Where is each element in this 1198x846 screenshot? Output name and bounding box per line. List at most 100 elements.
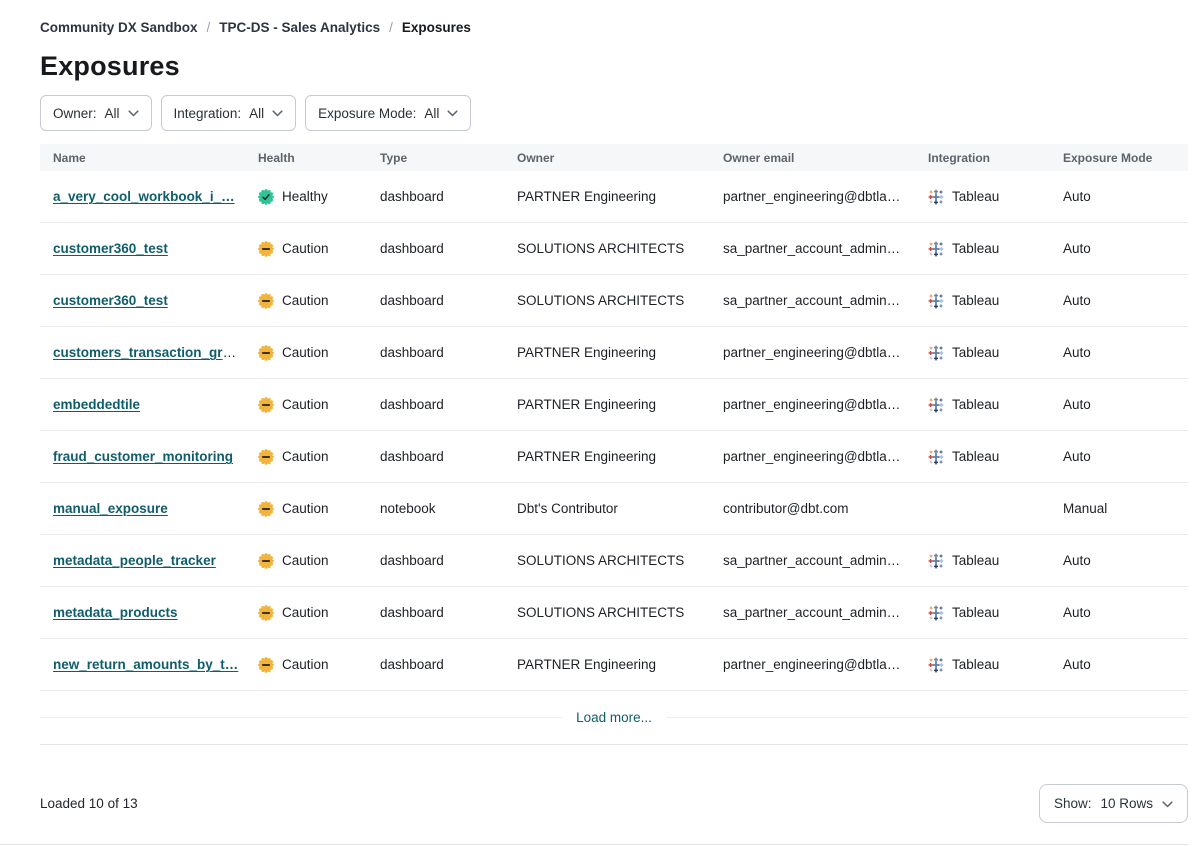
chevron-down-icon (128, 110, 139, 117)
exposure-name-link[interactable]: customers_transaction_gro… (53, 345, 244, 360)
exposure-name-link[interactable]: metadata_people_tracker (53, 553, 216, 568)
exposure-name-link[interactable]: customer360_test (53, 293, 168, 308)
exposure-name-link[interactable]: embeddedtile (53, 397, 140, 412)
exposure-mode-cell: Auto (1063, 397, 1188, 412)
health-label: Caution (282, 553, 329, 568)
name-cell: customer360_test (40, 293, 258, 308)
filter-bar: Owner: All Integration: All Exposure Mod… (40, 95, 1188, 131)
health-status-icon (258, 657, 274, 673)
integration-cell: Tableau (928, 189, 1063, 205)
breadcrumb-item[interactable]: Exposures (402, 20, 471, 35)
column-header: Owner (517, 151, 723, 165)
tableau-icon (928, 241, 944, 257)
health-cell: Caution (258, 605, 380, 621)
integration-label: Tableau (952, 605, 999, 620)
breadcrumb-item[interactable]: Community DX Sandbox (40, 20, 198, 35)
health-cell: Caution (258, 241, 380, 257)
tableau-icon (928, 397, 944, 413)
exposure-name-link[interactable]: customer360_test (53, 241, 168, 256)
exposure-mode-cell: Auto (1063, 345, 1188, 360)
health-cell: Caution (258, 293, 380, 309)
tableau-icon (928, 449, 944, 465)
column-header: Integration (928, 151, 1063, 165)
integration-cell: Tableau (928, 657, 1063, 673)
health-cell: Caution (258, 345, 380, 361)
tableau-icon (928, 605, 944, 621)
exposure-name-link[interactable]: new_return_amounts_by_t… (53, 657, 238, 672)
health-cell: Caution (258, 553, 380, 569)
health-cell: Caution (258, 501, 380, 517)
owner-email-cell: sa_partner_account_admin… (723, 293, 928, 308)
loaded-count: Loaded 10 of 13 (40, 796, 138, 811)
integration-label: Tableau (952, 553, 999, 568)
breadcrumb-item[interactable]: TPC-DS - Sales Analytics (219, 20, 380, 35)
integration-cell: Tableau (928, 241, 1063, 257)
health-status-icon (258, 293, 274, 309)
name-cell: manual_exposure (40, 501, 258, 516)
show-rows-dropdown[interactable]: Show: 10 Rows (1039, 784, 1188, 823)
table-footer: Loaded 10 of 13 Show: 10 Rows (40, 784, 1188, 823)
owner-email-cell: partner_engineering@dbtla… (723, 397, 928, 412)
filter-dropdown[interactable]: Owner: All (40, 95, 152, 131)
owner-cell: PARTNER Engineering (517, 397, 723, 412)
filter-value: All (105, 106, 120, 121)
name-cell: metadata_products (40, 605, 258, 620)
chevron-down-icon (447, 110, 458, 117)
exposure-mode-cell: Auto (1063, 241, 1188, 256)
integration-label: Tableau (952, 449, 999, 464)
name-cell: embeddedtile (40, 397, 258, 412)
integration-label: Tableau (952, 241, 999, 256)
health-status-icon (258, 553, 274, 569)
health-status-icon (258, 605, 274, 621)
table-header-row: NameHealthTypeOwnerOwner emailIntegratio… (40, 144, 1188, 171)
filter-label: Exposure Mode: (318, 106, 416, 121)
health-label: Caution (282, 345, 329, 360)
exposures-table: NameHealthTypeOwnerOwner emailIntegratio… (40, 144, 1188, 745)
type-cell: dashboard (380, 657, 517, 672)
owner-cell: SOLUTIONS ARCHITECTS (517, 241, 723, 256)
owner-email-cell: contributor@dbt.com (723, 501, 928, 516)
owner-email-cell: sa_partner_account_admin… (723, 553, 928, 568)
chevron-down-icon (272, 110, 283, 117)
column-header: Type (380, 151, 517, 165)
health-cell: Healthy (258, 189, 380, 205)
table-row: fraud_customer_monitoring Caution dashbo… (40, 431, 1188, 483)
tableau-icon (928, 657, 944, 673)
exposure-mode-cell: Auto (1063, 657, 1188, 672)
type-cell: dashboard (380, 605, 517, 620)
exposure-mode-cell: Auto (1063, 449, 1188, 464)
integration-cell: Tableau (928, 293, 1063, 309)
health-status-icon (258, 449, 274, 465)
chevron-down-icon (1162, 801, 1173, 808)
type-cell: dashboard (380, 189, 517, 204)
filter-label: Integration: (174, 106, 242, 121)
type-cell: dashboard (380, 553, 517, 568)
integration-cell: Tableau (928, 553, 1063, 569)
exposures-page: Community DX Sandbox / TPC-DS - Sales An… (0, 0, 1198, 845)
integration-label: Tableau (952, 397, 999, 412)
health-status-icon (258, 397, 274, 413)
health-label: Healthy (282, 189, 328, 204)
exposure-name-link[interactable]: manual_exposure (53, 501, 168, 516)
type-cell: dashboard (380, 293, 517, 308)
column-header: Health (258, 151, 380, 165)
load-more-link[interactable]: Load more... (576, 710, 652, 725)
exposure-name-link[interactable]: fraud_customer_monitoring (53, 449, 233, 464)
filter-dropdown[interactable]: Exposure Mode: All (305, 95, 471, 131)
name-cell: new_return_amounts_by_t… (40, 657, 258, 672)
table-row: metadata_people_tracker Caution dashboar… (40, 535, 1188, 587)
breadcrumb-separator: / (389, 20, 393, 35)
owner-email-cell: partner_engineering@dbtla… (723, 189, 928, 204)
page-bottom-border (0, 844, 1188, 845)
exposure-name-link[interactable]: a_very_cool_workbook_i_… (53, 189, 235, 204)
owner-email-cell: sa_partner_account_admin… (723, 605, 928, 620)
exposure-mode-cell: Auto (1063, 553, 1188, 568)
exposure-name-link[interactable]: metadata_products (53, 605, 178, 620)
type-cell: dashboard (380, 241, 517, 256)
divider-line (666, 717, 1188, 718)
health-status-icon (258, 345, 274, 361)
column-header: Name (40, 151, 258, 165)
breadcrumb-separator: / (207, 20, 211, 35)
type-cell: dashboard (380, 397, 517, 412)
filter-dropdown[interactable]: Integration: All (161, 95, 297, 131)
